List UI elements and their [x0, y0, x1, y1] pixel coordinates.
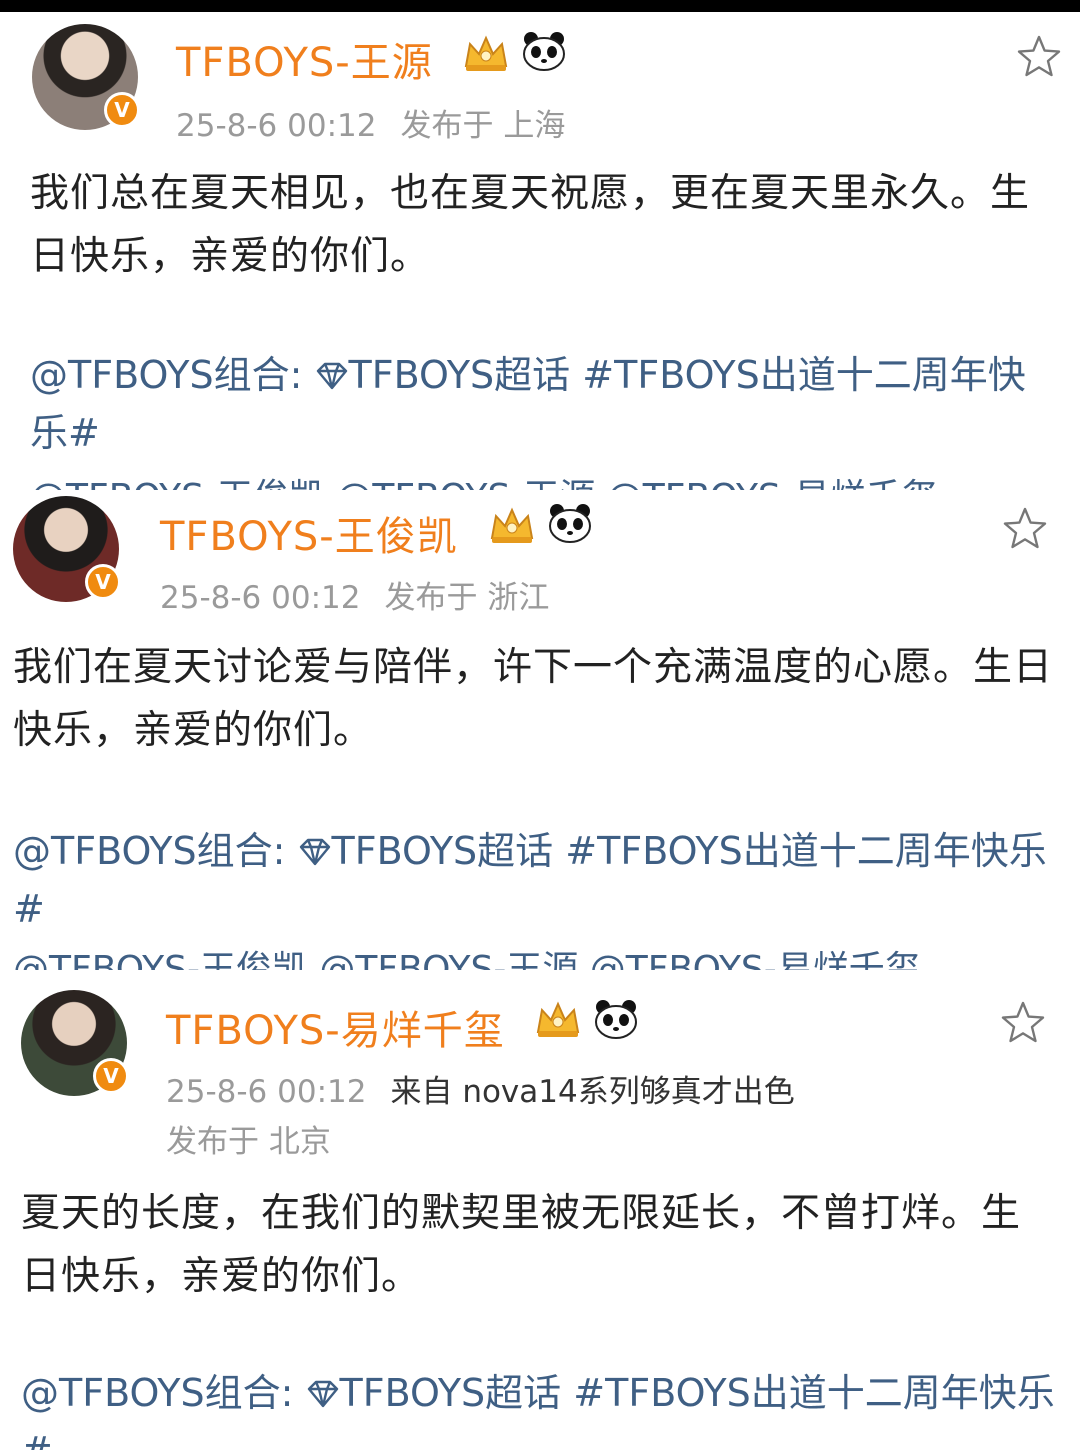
panda-icon [595, 1000, 637, 1039]
post-content: 我们在夏天讨论爱与陪伴，许下一个充满温度的心愿。生日快乐，亲爱的你们。 [13, 645, 1054, 753]
post-location: 发布于 上海 [400, 108, 566, 144]
panda-icon [549, 504, 591, 543]
avatar[interactable]: V [13, 496, 121, 602]
favorite-star-icon[interactable] [1016, 34, 1062, 80]
diamond-icon [299, 838, 330, 866]
post-links: @TFBOYS组合: TFBOYS超话 #TFBOYS出道十二周年快乐# [21, 1364, 1056, 1450]
weibo-post-2[interactable]: V TFBOYS-王俊凯 25-8-6 00:12 发布于 浙江 我们在夏天讨论爱… [0, 490, 1080, 970]
diamond-icon [307, 1380, 338, 1408]
post-meta: 25-8-6 00:12 来自 nova14系列够真才出色 [166, 1066, 795, 1111]
diamond-icon [316, 362, 347, 390]
post-time: 25-8-6 00:12 [166, 1074, 367, 1110]
weibo-post-3[interactable]: V TFBOYS-易烊千玺 25-8-6 00:12 来自 nova14系列够真才… [0, 970, 1080, 1450]
mentions-cutoff: @TFBOYS-王俊凯 @TFBOYS-王源 @TFBOYS-易烊千玺 [13, 948, 921, 970]
post-location-row: 发布于 北京 [166, 1116, 331, 1161]
supertopic-link[interactable]: TFBOYS超话 [306, 1371, 562, 1415]
post-content: 夏天的长度，在我们的默契里被无限延长，不曾打烊。生日快乐，亲爱的你们。 [21, 1191, 1022, 1299]
verified-badge-icon: V [85, 564, 121, 600]
post-location: 发布于 北京 [166, 1124, 331, 1160]
supertopic-link[interactable]: TFBOYS超话 [315, 353, 571, 397]
verified-badge-icon: V [93, 1058, 129, 1094]
mentions-cutoff-text: @TFBOYS-王俊凯 @TFBOYS-王源 @TFBOYS-易烊千玺 [30, 476, 938, 490]
mention-link[interactable]: @TFBOYS组合: [30, 353, 302, 397]
supertopic-link[interactable]: TFBOYS超话 [298, 829, 554, 873]
post-meta: 25-8-6 00:12 发布于 上海 [176, 100, 565, 145]
post-links: @TFBOYS组合: TFBOYS超话 #TFBOYS出道十二周年快乐# [30, 346, 1060, 462]
crown-icon [536, 1001, 580, 1037]
post-content: 我们总在夏天相见，也在夏天祝愿，更在夏天里永久。生日快乐，亲爱的你们。 [30, 171, 1031, 279]
username[interactable]: TFBOYS-易烊千玺 [166, 998, 505, 1056]
avatar[interactable]: V [21, 990, 129, 1096]
post-links: @TFBOYS组合: TFBOYS超话 #TFBOYS出道十二周年快乐# [13, 822, 1058, 938]
username[interactable]: TFBOYS-王俊凯 [160, 504, 458, 562]
supertopic-label: TFBOYS超话 [331, 829, 554, 873]
crown-icon [490, 507, 534, 543]
avatar[interactable]: V [32, 24, 140, 130]
post-location: 发布于 浙江 [384, 580, 550, 616]
mention-link[interactable]: @TFBOYS组合: [13, 829, 285, 873]
crown-icon [464, 35, 508, 71]
supertopic-label: TFBOYS超话 [348, 353, 571, 397]
post-time: 25-8-6 00:12 [176, 108, 377, 144]
verified-badge-icon: V [104, 92, 140, 128]
mentions-cutoff: @TFBOYS-王俊凯 @TFBOYS-王源 @TFBOYS-易烊千玺 [30, 476, 938, 490]
mention-link[interactable]: @TFBOYS组合: [21, 1371, 293, 1415]
mentions-cutoff-text: @TFBOYS-王俊凯 @TFBOYS-王源 @TFBOYS-易烊千玺 [13, 949, 921, 970]
favorite-star-icon[interactable] [1002, 506, 1048, 552]
post-meta: 25-8-6 00:12 发布于 浙江 [160, 572, 549, 617]
status-bar [0, 0, 1080, 12]
post-time: 25-8-6 00:12 [160, 580, 361, 616]
panda-icon [523, 32, 565, 71]
weibo-post-1[interactable]: V TFBOYS-王源 25-8-6 00:12 发布于 上海 我们总在夏天相见，… [0, 12, 1080, 490]
favorite-star-icon[interactable] [1000, 1000, 1046, 1046]
post-source[interactable]: 来自 nova14系列够真才出色 [390, 1074, 794, 1110]
username[interactable]: TFBOYS-王源 [176, 30, 433, 88]
supertopic-label: TFBOYS超话 [339, 1371, 562, 1415]
